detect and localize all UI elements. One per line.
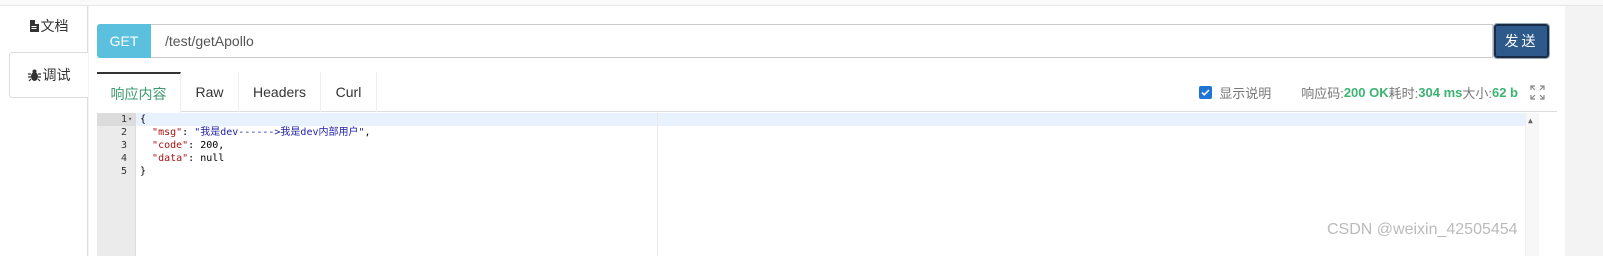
status-code-value: 200 OK	[1343, 84, 1389, 100]
tab-doc[interactable]: 文档	[9, 6, 88, 46]
fold-arrow-icon[interactable]: ▾	[128, 113, 132, 126]
tab-curl-label: Curl	[335, 84, 362, 100]
tab-doc-label: 文档	[40, 18, 69, 34]
debug-panel: GET /test/getApollo 发送 响应内容 Raw Headers …	[89, 6, 1565, 256]
bug-icon	[27, 69, 41, 82]
request-bar: GET /test/getApollo 发送	[97, 23, 1557, 59]
response-tabs: 响应内容 Raw Headers Curl 显示说明 响应码: 200 OK 耗…	[97, 72, 1557, 113]
response-editor[interactable]: 1 ▾ 2 3 4 5 { "msg": "我是dev------>我是dev内…	[97, 113, 1539, 256]
tab-curl[interactable]: Curl	[321, 72, 377, 112]
json-key: "msg"	[152, 127, 183, 138]
line-number: 2	[120, 127, 127, 138]
tab-headers[interactable]: Headers	[239, 72, 321, 112]
json-value: null	[200, 153, 225, 164]
line-gutter: 1 ▾ 2 3 4 5	[97, 113, 136, 256]
code-text: }	[140, 166, 147, 177]
json-value: 200	[200, 140, 219, 151]
method-badge[interactable]: GET	[97, 24, 151, 58]
line-number: 4	[120, 153, 127, 164]
show-desc-checkbox[interactable]	[1199, 85, 1213, 99]
line-number: 5	[120, 166, 127, 177]
send-button[interactable]: 发送	[1493, 23, 1550, 59]
json-key: "data"	[152, 153, 189, 164]
time-label: 耗时:	[1388, 85, 1419, 101]
watermark: CSDN @weixin_42505454	[1327, 221, 1518, 238]
scroll-up-icon[interactable]: ▲	[1528, 116, 1533, 125]
json-value: "我是dev------>我是dev内部用户"	[194, 127, 365, 138]
status-code-label: 响应码:	[1301, 85, 1344, 101]
code-line: "code": 200,	[152, 140, 225, 151]
url-input[interactable]: /test/getApollo	[151, 24, 1493, 58]
vertical-scrollbar[interactable]: ▲	[1525, 113, 1539, 256]
json-tail: ,	[364, 127, 371, 138]
app-root: 文档 调试 GET /test/getApollo 发送 响应内容 Raw He…	[0, 0, 1603, 256]
tab-debug-label: 调试	[42, 67, 71, 83]
size-value: 62 b	[1491, 84, 1518, 100]
time-value: 304 ms	[1418, 84, 1463, 100]
response-options: 显示说明 响应码: 200 OK 耗时: 304 ms 大小: 62 b	[1199, 72, 1545, 112]
tab-response-content[interactable]: 响应内容	[97, 72, 181, 113]
print-margin	[657, 113, 658, 256]
fullscreen-icon[interactable]	[1530, 84, 1545, 100]
file-icon	[29, 20, 39, 32]
json-key: "code"	[152, 140, 189, 151]
side-tabs: 文档 调试	[0, 6, 88, 256]
tab-debug[interactable]: 调试	[9, 52, 88, 98]
tab-raw[interactable]: Raw	[181, 72, 239, 112]
tab-raw-label: Raw	[195, 84, 224, 100]
code-line: {	[140, 113, 371, 126]
line-number: 3	[120, 140, 127, 151]
tab-response-content-label: 响应内容	[110, 85, 167, 102]
code-line: }	[140, 165, 371, 178]
show-desc-label[interactable]: 显示说明	[1219, 83, 1271, 102]
code-line: "data": null	[152, 153, 225, 164]
code-line: "msg": "我是dev------>我是dev内部用户",	[152, 127, 371, 138]
tab-headers-label: Headers	[253, 84, 306, 100]
json-tail: ,	[218, 140, 225, 151]
code-text: {	[140, 114, 147, 125]
size-label: 大小:	[1462, 85, 1492, 101]
code-body: { "msg": "我是dev------>我是dev内部用户", "code"…	[140, 113, 371, 178]
